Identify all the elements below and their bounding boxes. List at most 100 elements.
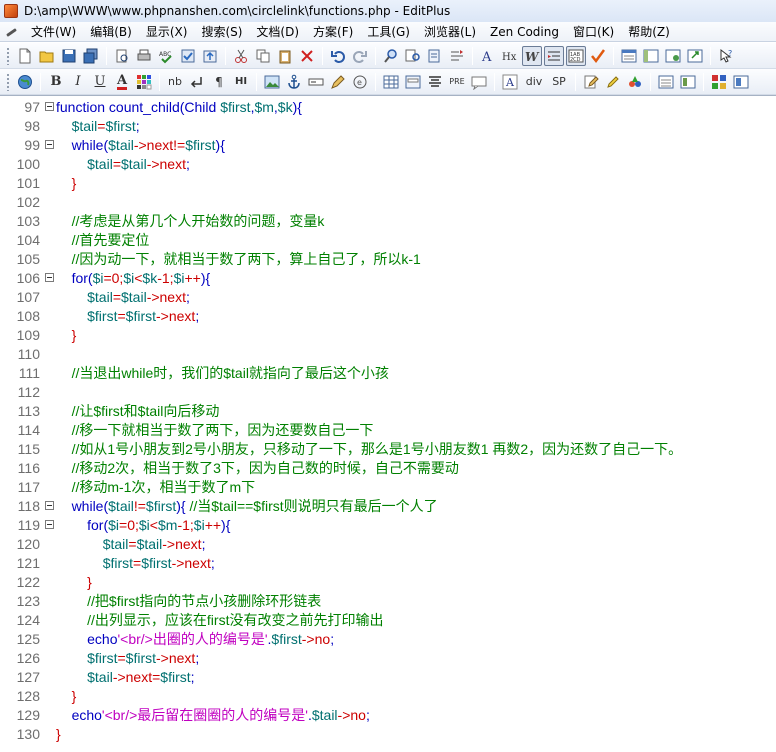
save-all-button[interactable] (81, 46, 101, 66)
code-line[interactable]: 116 //移动2次，相当于数了3下，因为自己数的时候，自己不需要动 (0, 458, 776, 477)
cut-button[interactable] (231, 46, 251, 66)
underline-button[interactable]: U (90, 72, 110, 92)
bold-button[interactable]: B (46, 72, 66, 92)
split-window-button[interactable] (656, 72, 676, 92)
cliptext-button[interactable] (663, 46, 683, 66)
code-line[interactable]: 115 //如从1号小朋友到2号小朋友，只移动了一下，那么是1号小朋友数1 再数… (0, 439, 776, 458)
code-line[interactable]: 117 //移动m-1次，相当于数了m下 (0, 477, 776, 496)
menu-zen-coding[interactable]: Zen Coding (483, 25, 566, 39)
menu-project[interactable]: 方案(F) (306, 23, 360, 40)
html-toolbar-edit-button[interactable] (581, 72, 601, 92)
column-mode-button[interactable]: 1AB 2CD (566, 45, 586, 66)
code-line[interactable]: 122 } (0, 572, 776, 591)
code-line[interactable]: 111 //当退出while时，我们的$tail就指向了最后这个小孩 (0, 363, 776, 382)
span-button[interactable]: SP (548, 72, 570, 92)
menu-window[interactable]: 窗口(K) (566, 23, 621, 40)
code-line[interactable]: 109 } (0, 325, 776, 344)
word-wrap-button[interactable]: W (522, 45, 542, 66)
panel-button[interactable] (731, 72, 751, 92)
menu-tools[interactable]: 工具(G) (360, 23, 417, 40)
menu-view[interactable]: 显示(X) (139, 23, 195, 40)
ftp-upload-button[interactable] (200, 46, 220, 66)
highlight-button[interactable] (603, 72, 623, 92)
style-button[interactable]: A (500, 72, 520, 92)
output-window-button[interactable] (641, 46, 661, 66)
find-in-files-button[interactable] (425, 46, 445, 66)
font-color-button[interactable]: A (112, 72, 132, 92)
code-line[interactable]: 113 //让$first和$tail向后移动 (0, 401, 776, 420)
menu-browser[interactable]: 浏览器(L) (417, 23, 483, 40)
code-line[interactable]: 101 } (0, 173, 776, 192)
new-file-button[interactable] (15, 46, 35, 66)
line-break-button[interactable] (187, 72, 207, 92)
code-line[interactable]: 105 //因为动一下，就相当于数了两下，算上自己了，所以k-1 (0, 249, 776, 268)
redo-button[interactable] (350, 46, 370, 66)
toolbar-grip[interactable] (6, 72, 10, 91)
fold-toggle-icon[interactable] (40, 268, 56, 287)
code-line[interactable]: 126 $first=$first->next; (0, 648, 776, 667)
toolbar-grip[interactable] (6, 46, 10, 65)
line-number-button[interactable] (544, 45, 564, 66)
nbsp-button[interactable]: nb (165, 72, 185, 92)
fold-toggle-icon[interactable] (40, 496, 56, 515)
code-line[interactable]: 130} (0, 724, 776, 743)
replace-button[interactable] (403, 46, 423, 66)
table-button[interactable] (381, 72, 401, 92)
code-line[interactable]: 128 } (0, 686, 776, 705)
code-line[interactable]: 102 (0, 192, 776, 211)
check-button[interactable] (178, 46, 198, 66)
italic-button[interactable]: I (68, 72, 88, 92)
code-line[interactable]: 107 $tail=$tail->next; (0, 287, 776, 306)
undo-button[interactable] (328, 46, 348, 66)
image-button[interactable] (262, 72, 282, 92)
code-line[interactable]: 124 //出列显示，应该在first没有改变之前先打印输出 (0, 610, 776, 629)
horizontal-rule-button[interactable]: HI (231, 72, 251, 92)
code-line[interactable]: 129 echo'<br/>最后留在圈圈的人的编号是'.$tail->no; (0, 705, 776, 724)
fold-toggle-icon[interactable] (40, 97, 56, 116)
code-line[interactable]: 103 //考虑是从第几个人开始数的问题，变量k (0, 211, 776, 230)
full-screen-button[interactable] (685, 46, 705, 66)
code-line[interactable]: 98 $tail=$first; (0, 116, 776, 135)
code-editor[interactable]: 97 function count_child(Child $first,$m,$… (0, 95, 776, 752)
menu-help[interactable]: 帮助(Z) (621, 23, 677, 40)
paint-button[interactable] (625, 72, 645, 92)
browser-preview-button[interactable] (15, 72, 35, 92)
fold-toggle-icon[interactable] (40, 135, 56, 154)
paste-button[interactable] (275, 46, 295, 66)
code-line[interactable]: 99 while($tail->next!=$first){ (0, 135, 776, 154)
print-preview-button[interactable] (112, 46, 132, 66)
pre-button[interactable]: PRE (447, 72, 467, 92)
paragraph-button[interactable]: ¶ (209, 72, 229, 92)
code-line[interactable]: 108 $first=$first->next; (0, 306, 776, 325)
code-line[interactable]: 97 function count_child(Child $first,$m,$… (0, 97, 776, 116)
spell-check-button[interactable]: ABC (156, 46, 176, 66)
open-file-button[interactable] (37, 46, 57, 66)
code-line[interactable]: 106 for($i=0;$i<$k-1;$i++){ (0, 268, 776, 287)
code-line[interactable]: 114 //移一下就相当于数了两下，因为还要数自己一下 (0, 420, 776, 439)
menu-document[interactable]: 文档(D) (249, 23, 306, 40)
comment-button[interactable] (469, 72, 489, 92)
code-line[interactable]: 119 for($i=0;$i<$m-1;$i++){ (0, 515, 776, 534)
goto-line-button[interactable] (447, 46, 467, 66)
context-help-button[interactable]: ? (716, 46, 736, 66)
anchor-button[interactable] (284, 72, 304, 92)
print-button[interactable] (134, 46, 154, 66)
menu-file[interactable]: 文件(W) (24, 23, 83, 40)
color-picker-button[interactable] (134, 72, 154, 92)
find-button[interactable] (381, 46, 401, 66)
tile-window-button[interactable] (678, 72, 698, 92)
text-input-button[interactable] (306, 72, 326, 92)
center-button[interactable] (425, 72, 445, 92)
directory-window-button[interactable] (619, 46, 639, 66)
form-button[interactable] (403, 72, 423, 92)
copy-button[interactable] (253, 46, 273, 66)
code-line[interactable]: 125 echo'<br/>出圈的人的编号是'.$first->no; (0, 629, 776, 648)
code-line[interactable]: 104 //首先要定位 (0, 230, 776, 249)
code-line[interactable]: 118 while($tail!=$first){ //当$tail==$fir… (0, 496, 776, 515)
code-line[interactable]: 110 (0, 344, 776, 363)
cliplibrary-button[interactable] (709, 72, 729, 92)
check-mark-button[interactable] (588, 46, 608, 66)
heading-button[interactable]: Hx (500, 46, 520, 66)
menu-search[interactable]: 搜索(S) (194, 23, 249, 40)
code-line[interactable]: 100 $tail=$tail->next; (0, 154, 776, 173)
